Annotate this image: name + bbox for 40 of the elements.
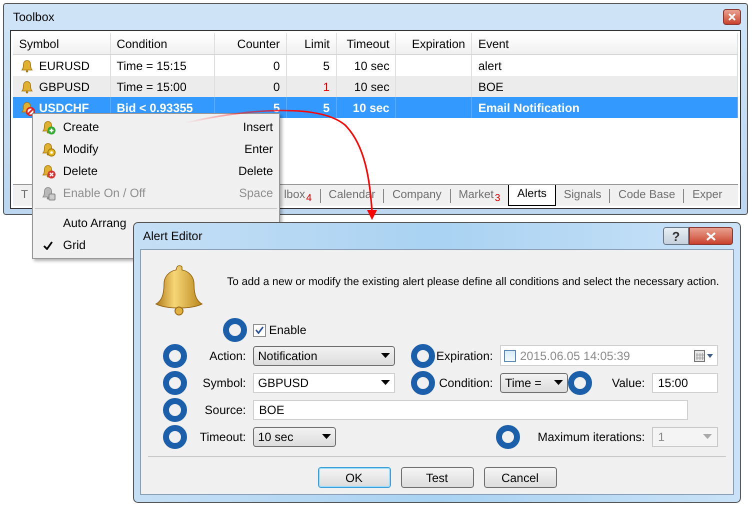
table-cell-text: BOE <box>478 78 504 96</box>
window-title: Toolbox <box>13 9 54 26</box>
menu-label: Delete <box>63 163 98 180</box>
menu-label: Enable On / Off <box>63 185 146 202</box>
table-cell-text: Time = 15:15 <box>116 58 187 74</box>
field-label: Maximum iterations: <box>536 428 645 446</box>
tab-count: 3 <box>494 193 500 204</box>
table-cell-text: 1 <box>323 78 330 96</box>
menu-label: Create <box>63 119 100 136</box>
tab-count: 4 <box>306 193 312 204</box>
field-label: Source: <box>204 402 246 418</box>
field-label: Condition: <box>438 374 493 392</box>
table-cell-text: 0 <box>273 58 280 74</box>
field-label: Symbol: <box>202 374 246 392</box>
table-cell-text: Bid < 0.93355 <box>116 100 193 116</box>
field-label: Action: <box>208 348 246 364</box>
dialog-title: Alert Editor <box>143 228 202 245</box>
table-cell-text: EURUSD <box>39 58 90 74</box>
table-cell-text: GBPUSD <box>39 78 90 96</box>
table-cell-text: 10 sec <box>354 58 390 74</box>
menu-label: Auto Arrang <box>63 215 126 232</box>
table-cell-text: 5 <box>323 100 330 116</box>
table-cell-text: 10 sec <box>354 78 390 96</box>
table-cell-text: alert <box>478 58 502 74</box>
description-text: To add a new or modify the existing alert please define all conditions and select the necessary action. <box>227 275 720 290</box>
shortcut-label: Insert <box>242 119 273 136</box>
shortcut-label: Delete <box>238 163 273 180</box>
field-label: Expiration: <box>435 348 493 364</box>
field-label: Value: <box>610 374 645 392</box>
table-cell-text: 0 <box>273 78 280 96</box>
table-cell-text: 10 sec <box>352 100 390 116</box>
table-cell-text: USDCHF <box>39 100 89 116</box>
field-label: Timeout: <box>198 428 246 446</box>
shortcut-label: Space <box>238 185 273 202</box>
table-cell-text: 5 <box>323 58 330 74</box>
shortcut-label: Enter <box>244 141 273 158</box>
menu-label: Modify <box>63 141 98 158</box>
menu-label: Grid <box>63 237 86 254</box>
table-cell-text: Email Notification <box>478 100 580 116</box>
table-cell-text: Time = 15:00 <box>116 78 187 96</box>
